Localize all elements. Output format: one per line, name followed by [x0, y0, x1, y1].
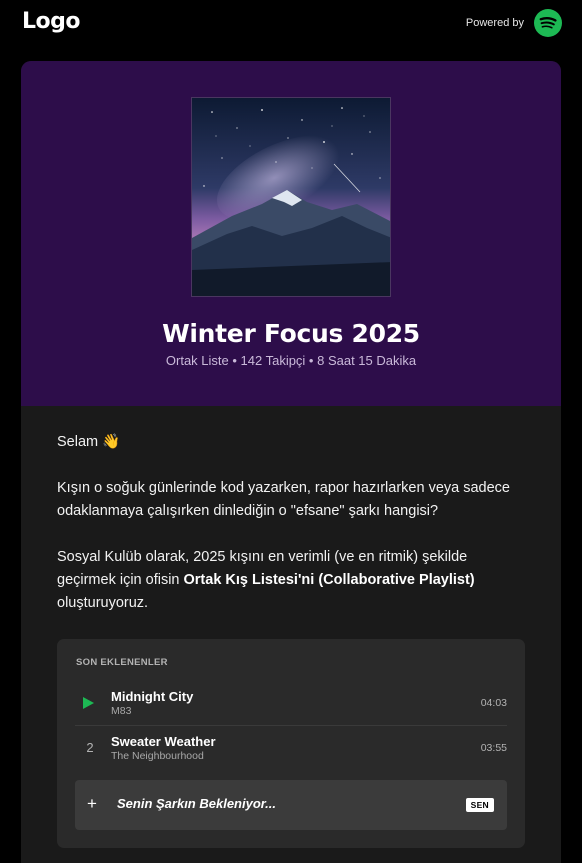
add-song-button[interactable]: + Senin Şarkın Bekleniyor... SEN [75, 780, 507, 830]
playlist-meta: Ortak Liste • 142 Takipçi • 8 Saat 15 Da… [165, 353, 417, 368]
playlist-cover-image[interactable] [191, 97, 391, 297]
paragraph-question: Kışın o soğuk günlerinde kod yazarken, r… [57, 480, 510, 519]
powered-by-label: Powered by [465, 17, 524, 29]
track-row[interactable]: Midnight City M83 04:03 [75, 682, 507, 726]
track-row[interactable]: 2 Sweater Weather The Neighbourhood 03:5… [75, 727, 507, 771]
track-name: Sweater Weather [111, 734, 216, 749]
track-artist: M83 [111, 705, 132, 717]
playlist-card: Winter Focus 2025 Ortak Liste • 142 Taki… [21, 61, 561, 863]
track-duration: 03:55 [480, 742, 507, 754]
greeting: Selam 👋 [57, 434, 121, 450]
play-icon[interactable] [83, 697, 94, 709]
paragraph-invite: Sosyal Kulüb olarak, 2025 kışını en veri… [57, 546, 527, 615]
mountain-night-sky-image [192, 98, 390, 296]
you-badge: SEN [465, 798, 494, 812]
email-header: Logo Powered by [0, 0, 582, 46]
recently-added-panel: SON EKLENENLER Midnight City M83 04:03 2… [57, 639, 525, 848]
playlist-title: Winter Focus 2025 [162, 319, 420, 348]
recently-added-heading: SON EKLENENLER [76, 657, 168, 668]
spotify-icon[interactable] [534, 9, 562, 37]
playlist-name-highlight: Ortak Kış Listesi'ni (Collaborative Play… [183, 572, 475, 588]
logo: Logo [22, 9, 81, 34]
track-name: Midnight City [111, 689, 194, 704]
message-body: Selam 👋 Kışın o soğuk günlerinde kod yaz… [57, 431, 527, 615]
plus-icon: + [87, 794, 97, 813]
playlist-hero: Winter Focus 2025 Ortak Liste • 142 Taki… [21, 61, 561, 406]
track-duration: 04:03 [480, 697, 507, 709]
add-song-label: Senin Şarkın Bekleniyor... [117, 796, 276, 811]
invite-text-end: oluşturuyoruz. [57, 595, 149, 611]
track-artist: The Neighbourhood [111, 750, 204, 762]
track-number: 2 [86, 740, 94, 755]
